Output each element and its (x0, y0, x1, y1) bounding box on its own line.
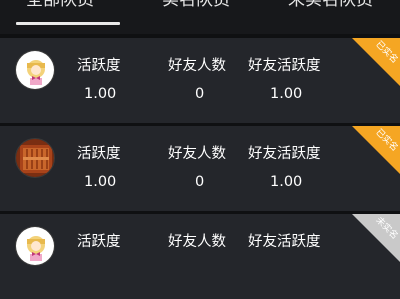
cartoon-girl-avatar (15, 50, 55, 90)
cartoon-girl-avatar (15, 226, 55, 266)
member-card[interactable]: 活跃度 好友人数 好友活跃度 1.00 0 1.00 已实名 (0, 38, 400, 123)
activity-label: 活跃度 (77, 58, 121, 74)
tab-verified-members[interactable]: 实名队员 (162, 0, 230, 12)
activity-label: 活跃度 (77, 234, 121, 250)
friend-activity-value: 1.00 (270, 174, 303, 190)
active-tab-indicator (16, 22, 120, 25)
friend-activity-value: 1.00 (270, 86, 303, 102)
member-card[interactable]: 活跃度 好友人数 好友活跃度 1.00 0 1.00 已实名 (0, 126, 400, 211)
wooden-panel-avatar (15, 138, 55, 178)
member-tabs: 全部队员 实名队员 未实名队员 (0, 0, 400, 34)
friend-activity-label: 好友活跃度 (248, 234, 321, 250)
verified-badge: 已实名 (352, 38, 400, 86)
member-card[interactable]: 活跃度 好友人数 好友活跃度 未实名 (0, 214, 400, 299)
friends-count-value: 0 (195, 86, 205, 102)
activity-label: 活跃度 (77, 146, 121, 162)
friend-activity-label: 好友活跃度 (248, 58, 321, 74)
tab-unverified-members[interactable]: 未实名队员 (288, 0, 373, 12)
activity-value: 1.00 (84, 86, 117, 102)
verified-badge: 已实名 (352, 126, 400, 174)
friends-count-label: 好友人数 (168, 58, 226, 74)
tab-all-members[interactable]: 全部队员 (26, 0, 94, 12)
friends-count-value: 0 (195, 174, 205, 190)
friends-count-label: 好友人数 (168, 234, 226, 250)
friends-count-label: 好友人数 (168, 146, 226, 162)
unverified-badge: 未实名 (352, 214, 400, 262)
friend-activity-label: 好友活跃度 (248, 146, 321, 162)
activity-value: 1.00 (84, 174, 117, 190)
